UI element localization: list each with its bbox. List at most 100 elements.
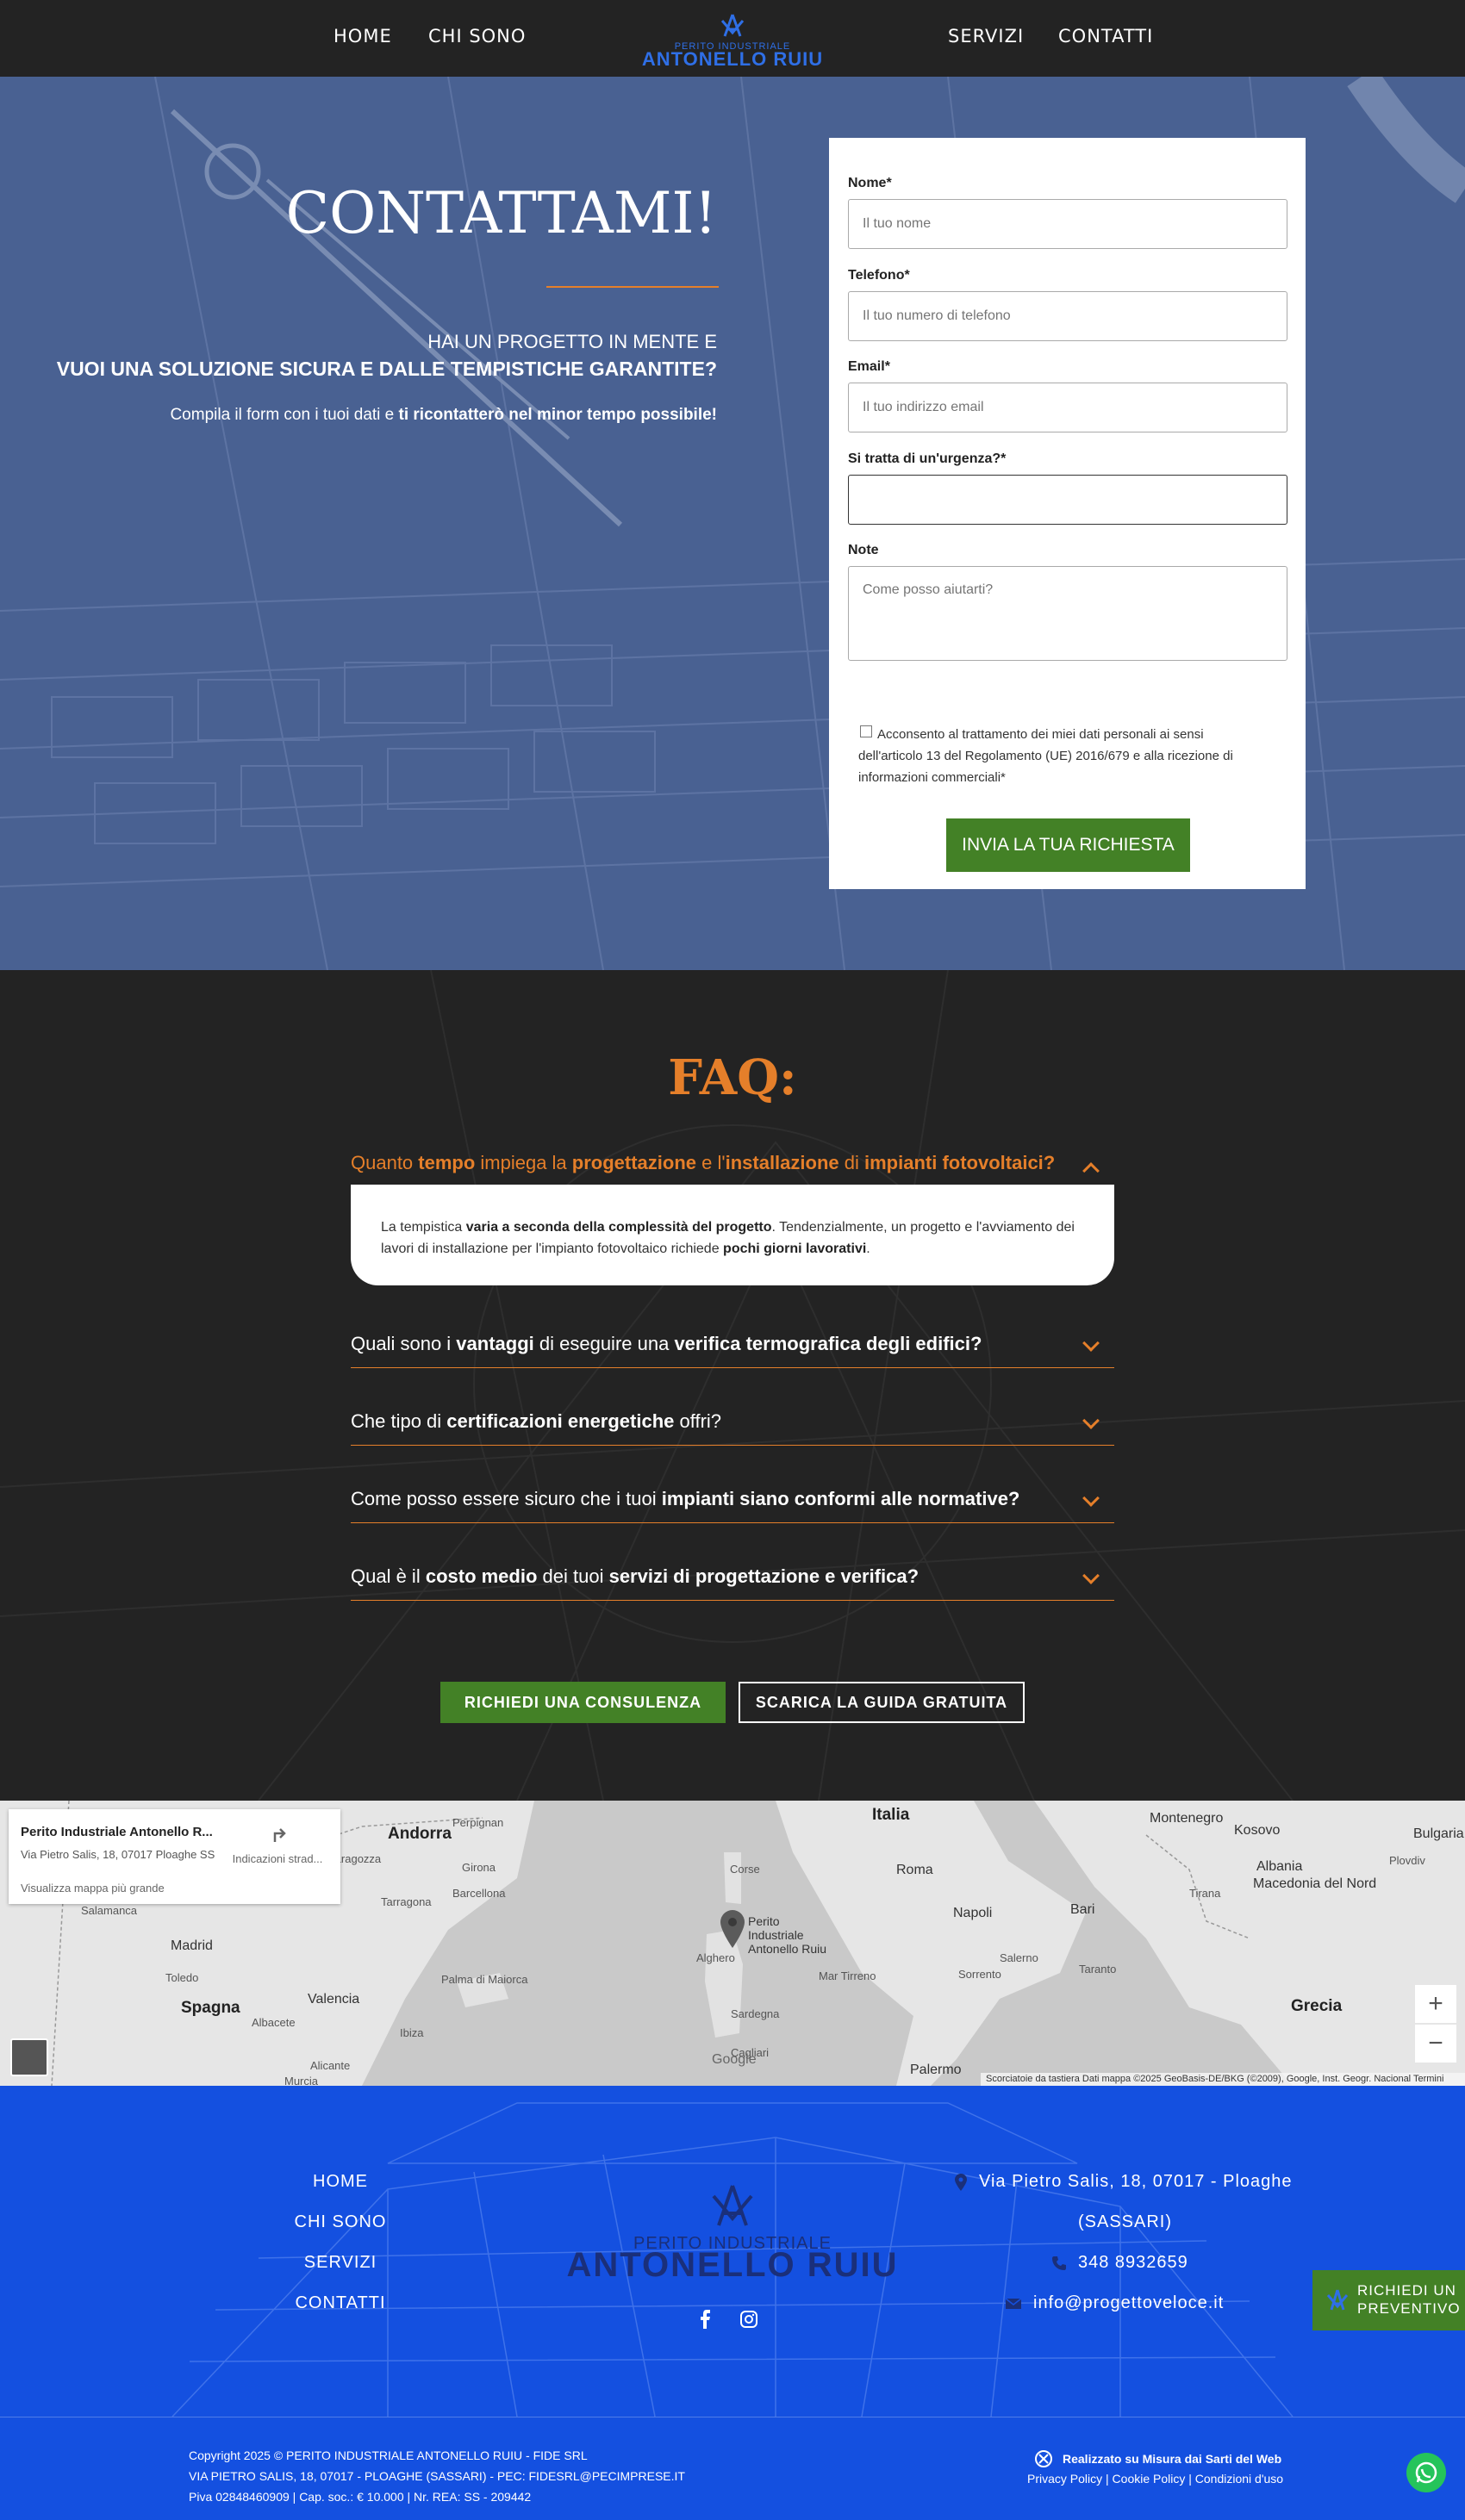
name-input[interactable] [848,199,1287,249]
map-place-label: Toledo [165,1971,199,1984]
footer-nav-home[interactable]: HOME [254,2172,427,2192]
faq-answer-text: varia a seconda della complessità del pr… [465,1220,772,1235]
faq-question-text: verifica termografica degli edifici? [674,1333,982,1354]
map-place-label: Montenegro [1150,1811,1224,1826]
map-place-label: Sardegna [731,2007,780,2020]
map-place-label: Perpignan [452,1816,504,1829]
map-place-label: Salerno [1000,1951,1038,1964]
consent-checkbox[interactable] [860,725,872,737]
request-quote-button[interactable]: RICHIEDI UN PREVENTIVO [1312,2270,1465,2330]
nav-services[interactable]: SERVIZI [948,26,1024,47]
faq-question-text: Che tipo di [351,1410,447,1432]
footer-nav-about[interactable]: CHI SONO [254,2212,427,2232]
faq-question-text: offri? [674,1410,722,1432]
location-pin-icon[interactable] [720,1910,745,1948]
google-wordmark: Google [712,2052,757,2067]
phone-icon [1052,2256,1066,2270]
chevron-down-icon[interactable] [1082,1412,1100,1429]
footer-email[interactable]: info@progettoveloce.it [1033,2293,1224,2313]
pin-label: Perito Industriale Antonello Ruiu [748,1914,827,1956]
map-layers-toggle[interactable] [10,2038,48,2076]
faq-question[interactable]: Qual è il costo medio dei tuoi servizi d… [351,1556,1114,1601]
map-place-label: Tarragona [381,1895,432,1908]
zoom-out-button[interactable]: − [1415,2025,1456,2063]
faq-question[interactable]: Quali sono i vantaggi di eseguire una ve… [351,1323,1114,1368]
faq-item: Quanto tempo impiega la progettazione e … [351,1142,1114,1285]
sarti-del-web-logo-icon [1035,2450,1052,2467]
faq-title: FAQ: [668,1049,797,1106]
footer-nav-contact[interactable]: CONTATTI [254,2293,427,2313]
map-place-label: Ibiza [400,2026,424,2039]
place-info-card: Perito Industriale Antonello R... Via Pi… [9,1809,340,1904]
footer-logo[interactable]: PERITO INDUSTRIALE ANTONELLO RUIU [560,2181,905,2284]
whatsapp-button[interactable] [1406,2453,1446,2492]
copyright-line-2: VIA PIETRO SALIS, 18, 07017 - PLOAGHE (S… [189,2469,685,2483]
copyright-line-3: Piva 02848460909 | Cap. soc.: € 10.000 |… [189,2490,532,2504]
instagram-icon[interactable] [739,2310,758,2329]
chevron-down-icon[interactable] [1082,1490,1100,1507]
copyright-line-1: Copyright 2025 © PERITO INDUSTRIALE ANTO… [189,2448,588,2462]
map-place-label: Albacete [252,2016,296,2029]
faq-question-text: servizi di progettazione e verifica? [608,1565,920,1587]
made-by-credit[interactable]: Realizzato su Misura dai Sarti del Web [1063,2452,1281,2466]
nav-contact[interactable]: CONTATTI [1058,26,1153,47]
chevron-up-icon[interactable] [1082,1162,1100,1179]
download-guide-button[interactable]: SCARICA LA GUIDA GRATUITA [739,1682,1025,1723]
faq-answer-text: pochi giorni lavorativi [723,1241,867,1256]
directions-icon[interactable] [271,1825,290,1844]
faq-question-text: progettazione [571,1152,697,1173]
faq-question[interactable]: Come posso essere sicuro che i tuoi impi… [351,1478,1114,1523]
faq-question[interactable]: Che tipo di certificazioni energetiche o… [351,1401,1114,1446]
map-place-label: Albania [1256,1859,1303,1874]
nav-about[interactable]: CHI SONO [428,26,526,47]
faq-answer-text: La tempistica [381,1220,466,1235]
nav-home[interactable]: HOME [334,26,392,47]
map-place-label: Sorrento [958,1968,1001,1981]
map-place-label: Grecia [1291,1997,1343,2015]
faq-question-text: e l' [696,1152,726,1173]
place-title: Perito Industriale Antonello R... [21,1825,213,1839]
submit-button[interactable]: INVIA LA TUA RICHIESTA [946,818,1190,872]
notes-textarea[interactable] [848,566,1287,661]
request-consultation-button[interactable]: RICHIEDI UNA CONSULENZA [440,1682,726,1723]
map-place-label: Corse [730,1863,760,1876]
email-input[interactable] [848,383,1287,432]
chevron-down-icon[interactable] [1082,1335,1100,1352]
faq-question[interactable]: Quanto tempo impiega la progettazione e … [351,1142,1114,1187]
map-place-label: Barcellona [452,1887,506,1900]
larger-map-link[interactable]: Visualizza mappa più grande [21,1882,165,1895]
logo-compass-icon [720,14,745,37]
faq-question-text: installazione [725,1152,839,1173]
phone-input[interactable] [848,291,1287,341]
map-place-label: Macedonia del Nord [1253,1876,1377,1891]
map-place-label: Andorra [388,1825,452,1843]
location-icon [955,2174,967,2191]
map-place-label: Napoli [953,1906,993,1920]
google-map[interactable]: Andorra Italia Roma Napoli Bari Madrid Spagna V… [0,1801,1465,2086]
map-place-label: Taranto [1079,1963,1117,1976]
map-attribution[interactable]: Scorciatoie da tastiera Dati mappa ©2025… [981,2073,1465,2086]
hero-subtitle-2: VUOI UNA SOLUZIONE SICURA E DALLE TEMPIS… [56,358,717,380]
map-place-label: Girona [462,1861,496,1874]
urgency-input[interactable] [848,475,1287,525]
zoom-in-button[interactable]: + [1415,1985,1456,2023]
faq-question-text: impiega la [475,1152,572,1173]
footer-phone[interactable]: 348 8932659 [1078,2253,1188,2273]
map-place-label: Palma di Maiorca [441,1973,528,1986]
site-logo[interactable]: PERITO INDUSTRIALE ANTONELLO RUIU [638,12,827,69]
map-place-label: Spagna [181,1999,240,2017]
map-place-label: Tirana [1189,1887,1221,1900]
notes-label: Note [848,543,879,557]
footer-logo-compass-icon [712,2185,753,2226]
map-place-label: Murcia [284,2075,319,2086]
legal-links[interactable]: Privacy Policy | Cookie Policy | Condizi… [1027,2472,1283,2486]
email-icon [1005,2298,1022,2309]
hero-description-plain: Compila il form con i tuoi dati e [170,406,399,424]
footer-nav-services[interactable]: SERVIZI [254,2253,427,2273]
contact-form: Nome* Telefono* Email* Si tratta di un'u… [829,138,1306,889]
directions-link[interactable]: Indicazioni strad... [226,1852,329,1865]
facebook-icon[interactable] [696,2310,715,2329]
map-place-label: Mar Tirreno [819,1969,876,1982]
chevron-down-icon[interactable] [1082,1567,1100,1584]
map-place-label: Madrid [171,1938,213,1953]
